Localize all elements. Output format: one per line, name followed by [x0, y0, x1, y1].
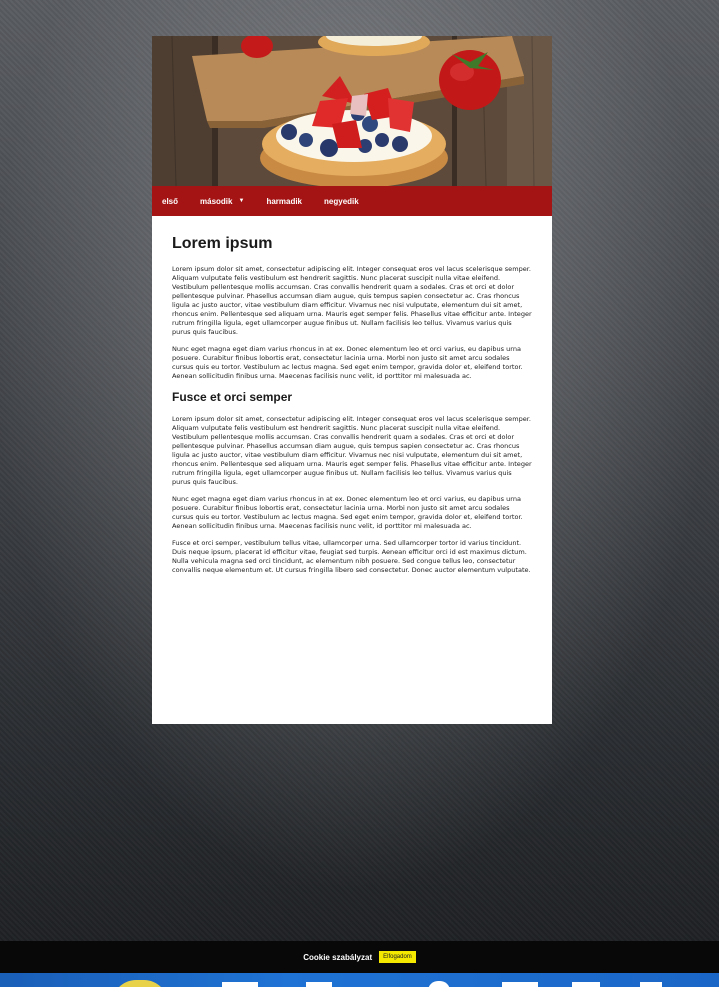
main-nav: első második ▼ harmadik negyedik	[152, 186, 552, 216]
nav-item-negyedik[interactable]: negyedik	[324, 197, 359, 206]
article-subtitle: Fusce et orci semper	[172, 390, 293, 404]
taskbar-icon[interactable]	[428, 981, 450, 987]
taskbar-icon[interactable]	[112, 980, 168, 987]
taskbar-icon[interactable]	[222, 982, 258, 987]
taskbar-icon[interactable]	[640, 982, 662, 987]
nav-item-elso[interactable]: első	[162, 197, 178, 206]
cookie-policy-text: Cookie szabályzat	[303, 952, 373, 962]
taskbar-icon[interactable]	[502, 982, 538, 987]
article-content: Lorem ipsum Lorem ipsum dolor sit amet, …	[152, 216, 552, 575]
header-image	[152, 36, 552, 186]
nav-item-label: harmadik	[266, 196, 303, 206]
dessert-photo	[152, 36, 552, 186]
article-paragraph: Nunc eget magna eget diam varius rhoncus…	[172, 345, 523, 380]
taskbar-icon[interactable]	[572, 982, 600, 987]
article-paragraph: Lorem ipsum dolor sit amet, consectetur …	[172, 265, 532, 336]
cookie-accept-button[interactable]: Elfogadom	[379, 951, 416, 963]
article-paragraph: Fusce et orci semper, vestibulum tellus …	[172, 539, 531, 574]
nav-item-label: negyedik	[324, 196, 359, 206]
article-paragraph: Lorem ipsum dolor sit amet, consectetur …	[172, 415, 532, 486]
desktop-taskbar	[0, 973, 719, 987]
nav-item-masodik[interactable]: második ▼	[200, 197, 244, 206]
nav-item-label: első	[162, 196, 179, 206]
cookie-bar: Cookie szabályzat Elfogadom	[0, 941, 719, 973]
page-container: első második ▼ harmadik negyedik Lorem i…	[152, 36, 552, 724]
article-paragraph: Nunc eget magna eget diam varius rhoncus…	[172, 495, 523, 530]
nav-item-label: második	[200, 196, 233, 206]
taskbar-icon[interactable]	[306, 982, 332, 987]
caret-down-icon: ▼	[238, 198, 245, 204]
article-title: Lorem ipsum	[172, 235, 273, 252]
nav-item-harmadik[interactable]: harmadik	[266, 197, 302, 206]
